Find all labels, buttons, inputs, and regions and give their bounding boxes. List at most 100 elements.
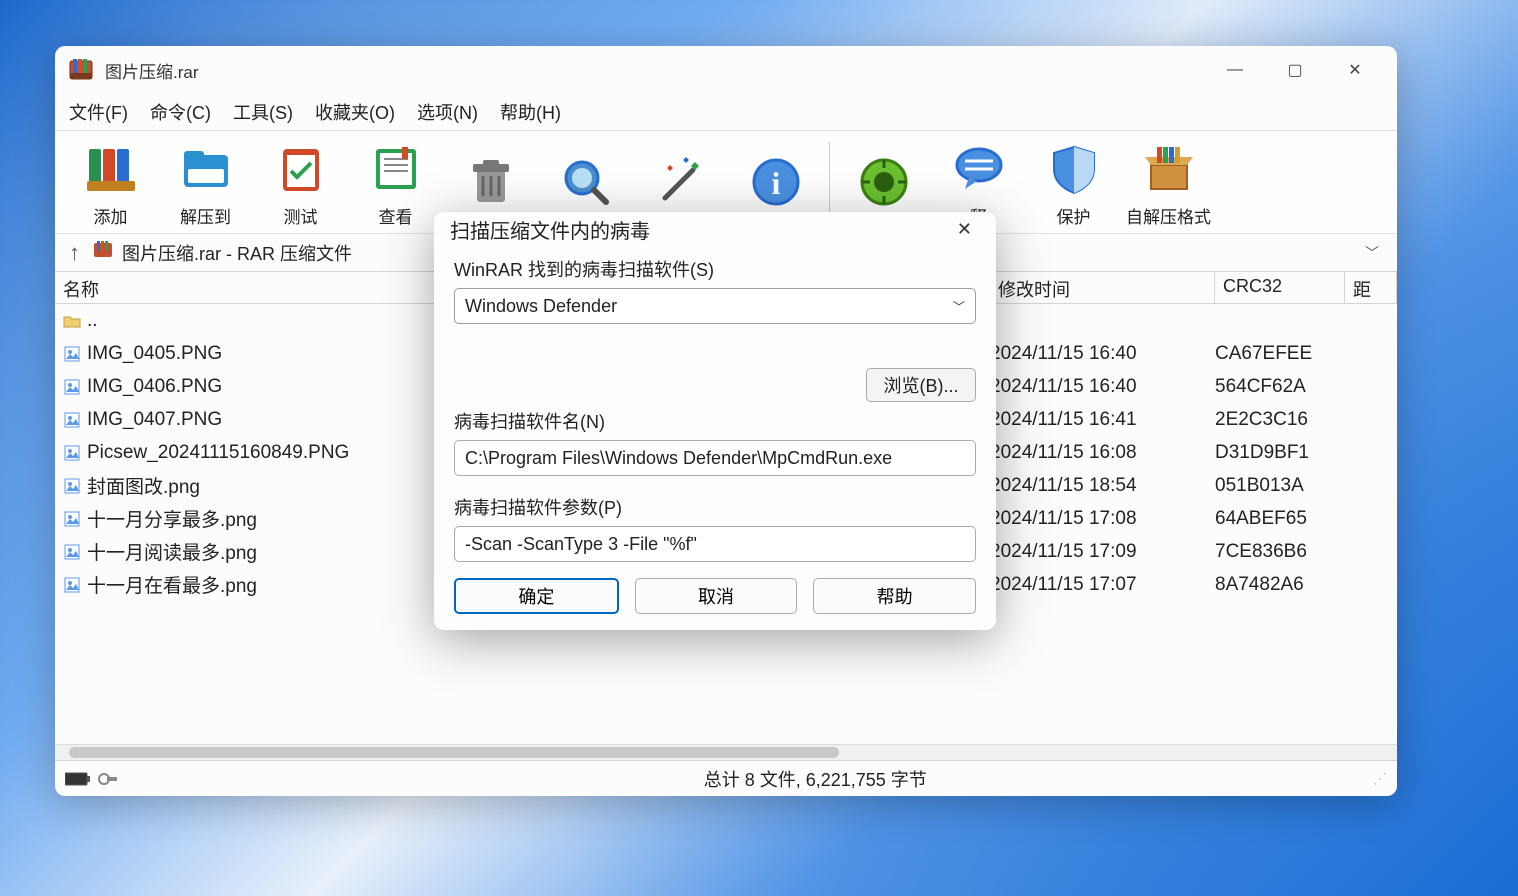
status-summary: 总计 8 文件, 6,221,755 字节 (704, 766, 927, 792)
dialog-titlebar[interactable]: 扫描压缩文件内的病毒 ✕ (434, 212, 996, 246)
toolbar-sfx[interactable]: 自解压格式 (1121, 133, 1216, 232)
resize-grip[interactable]: ⋰ (1373, 770, 1387, 787)
path-text[interactable]: 图片压缩.rar - RAR 压缩文件 (122, 240, 352, 266)
dialog-buttons: 确定 取消 帮助 (434, 562, 996, 614)
file-name: IMG_0407.PNG (87, 409, 222, 431)
maximize-button[interactable]: ▢ (1265, 50, 1325, 90)
file-date: 2024/11/15 16:08 (990, 442, 1215, 464)
toolbar-test-label: 测试 (284, 203, 318, 228)
file-name: 十一月分享最多.png (87, 505, 257, 532)
browse-button[interactable]: 浏览(B)... (866, 368, 976, 402)
file-date: 2024/11/15 17:08 (990, 508, 1215, 530)
dialog-title: 扫描压缩文件内的病毒 (450, 215, 650, 244)
horizontal-scrollbar[interactable] (55, 744, 1397, 760)
toolbar-add[interactable]: 添加 (63, 133, 158, 232)
clipboard-check-icon (269, 137, 333, 201)
column-crc[interactable]: CRC32 (1215, 272, 1345, 303)
file-name: IMG_0406.PNG (87, 376, 222, 398)
virus-scan-dialog: 扫描压缩文件内的病毒 ✕ WinRAR 找到的病毒扫描软件(S) Windows… (434, 212, 996, 630)
toolbar-protect[interactable]: 保护 (1026, 133, 1121, 232)
file-name: Picsew_20241115160849.PNG (87, 442, 349, 464)
svg-text:i: i (771, 165, 780, 201)
column-date[interactable]: 修改时间 (990, 272, 1215, 303)
file-crc: 2E2C3C16 (1215, 409, 1345, 431)
toolbar-scan[interactable] (836, 146, 931, 218)
file-name: 封面图改.png (87, 472, 200, 499)
cancel-button[interactable]: 取消 (635, 578, 798, 614)
image-file-icon (63, 378, 81, 396)
scanner-param-input[interactable]: -Scan -ScanType 3 -File "%f" (454, 526, 976, 562)
file-date: 2024/11/15 17:07 (990, 574, 1215, 596)
minimize-button[interactable]: — (1205, 50, 1265, 90)
image-file-icon (63, 543, 81, 561)
menu-options[interactable]: 选项(N) (413, 95, 482, 129)
file-name: 十一月在看最多.png (87, 571, 257, 598)
toolbar-delete[interactable] (443, 146, 538, 218)
titlebar[interactable]: 图片压缩.rar — ▢ ✕ (55, 46, 1397, 94)
magic-wand-icon (649, 150, 713, 214)
status-icons (65, 771, 119, 787)
close-button[interactable]: ✕ (1325, 50, 1385, 90)
file-date: 2024/11/15 16:41 (990, 409, 1215, 431)
file-date: 2024/11/15 18:54 (990, 475, 1215, 497)
file-date: 2024/11/15 16:40 (990, 343, 1215, 365)
file-crc: CA67EFEE (1215, 343, 1345, 365)
image-file-icon (63, 477, 81, 495)
scanner-name-input[interactable]: C:\Program Files\Windows Defender\MpCmdR… (454, 440, 976, 476)
up-button[interactable]: ↑ (65, 240, 84, 266)
menu-favorites[interactable]: 收藏夹(O) (311, 95, 399, 129)
help-button[interactable]: 帮助 (813, 578, 976, 614)
box-open-icon (1137, 137, 1201, 201)
trash-icon (459, 150, 523, 214)
toolbar-extract-label: 解压到 (180, 203, 231, 228)
window-controls: — ▢ ✕ (1205, 50, 1385, 90)
toolbar-wizard[interactable] (633, 146, 728, 218)
menu-command[interactable]: 命令(C) (146, 95, 215, 129)
scanner-name-value: C:\Program Files\Windows Defender\MpCmdR… (465, 448, 892, 469)
file-date: 2024/11/15 17:09 (990, 541, 1215, 563)
comment-icon (947, 137, 1011, 201)
scanner-param-value: -Scan -ScanType 3 -File "%f" (465, 534, 697, 555)
file-crc: 564CF62A (1215, 376, 1345, 398)
image-file-icon (63, 345, 81, 363)
dialog-close-button[interactable]: ✕ (949, 215, 980, 244)
scanner-combo[interactable]: Windows Defender ﹀ (454, 288, 976, 324)
toolbar-extract[interactable]: 解压到 (158, 133, 253, 232)
file-crc: D31D9BF1 (1215, 442, 1345, 464)
virus-scan-icon (852, 150, 916, 214)
folder-icon (63, 312, 81, 330)
info-icon: i (744, 150, 808, 214)
menu-help[interactable]: 帮助(H) (496, 95, 565, 129)
archive-small-icon (92, 239, 114, 266)
scanner-value: Windows Defender (465, 296, 617, 317)
dialog-body: WinRAR 找到的病毒扫描软件(S) Windows Defender ﹀ 浏… (434, 246, 996, 562)
shield-icon (1042, 137, 1106, 201)
toolbar-protect-label: 保护 (1057, 203, 1091, 228)
toolbar-separator (829, 142, 830, 222)
column-ext[interactable]: 距 (1345, 272, 1397, 303)
file-crc: 64ABEF65 (1215, 508, 1345, 530)
toolbar-add-label: 添加 (94, 203, 128, 228)
toolbar-info[interactable]: i (728, 146, 823, 218)
app-icon (67, 56, 95, 84)
image-file-icon (63, 411, 81, 429)
toolbar-find[interactable] (538, 146, 633, 218)
books-add-icon (79, 137, 143, 201)
book-open-icon (364, 137, 428, 201)
toolbar-test[interactable]: 测试 (253, 133, 348, 232)
name-label: 病毒扫描软件名(N) (454, 408, 976, 434)
window-title: 图片压缩.rar (105, 58, 199, 83)
file-crc: 051B013A (1215, 475, 1345, 497)
toolbar-view[interactable]: 查看 (348, 133, 443, 232)
menubar: 文件(F) 命令(C) 工具(S) 收藏夹(O) 选项(N) 帮助(H) (55, 94, 1397, 130)
ok-button[interactable]: 确定 (454, 578, 619, 614)
scrollbar-thumb[interactable] (69, 747, 839, 758)
magnifier-icon (554, 150, 618, 214)
image-file-icon (63, 444, 81, 462)
path-dropdown-icon[interactable]: ﹀ (1357, 243, 1387, 263)
menu-file[interactable]: 文件(F) (65, 95, 132, 129)
image-file-icon (63, 510, 81, 528)
file-name: IMG_0405.PNG (87, 343, 222, 365)
file-name: .. (87, 310, 98, 332)
menu-tools[interactable]: 工具(S) (229, 95, 297, 129)
